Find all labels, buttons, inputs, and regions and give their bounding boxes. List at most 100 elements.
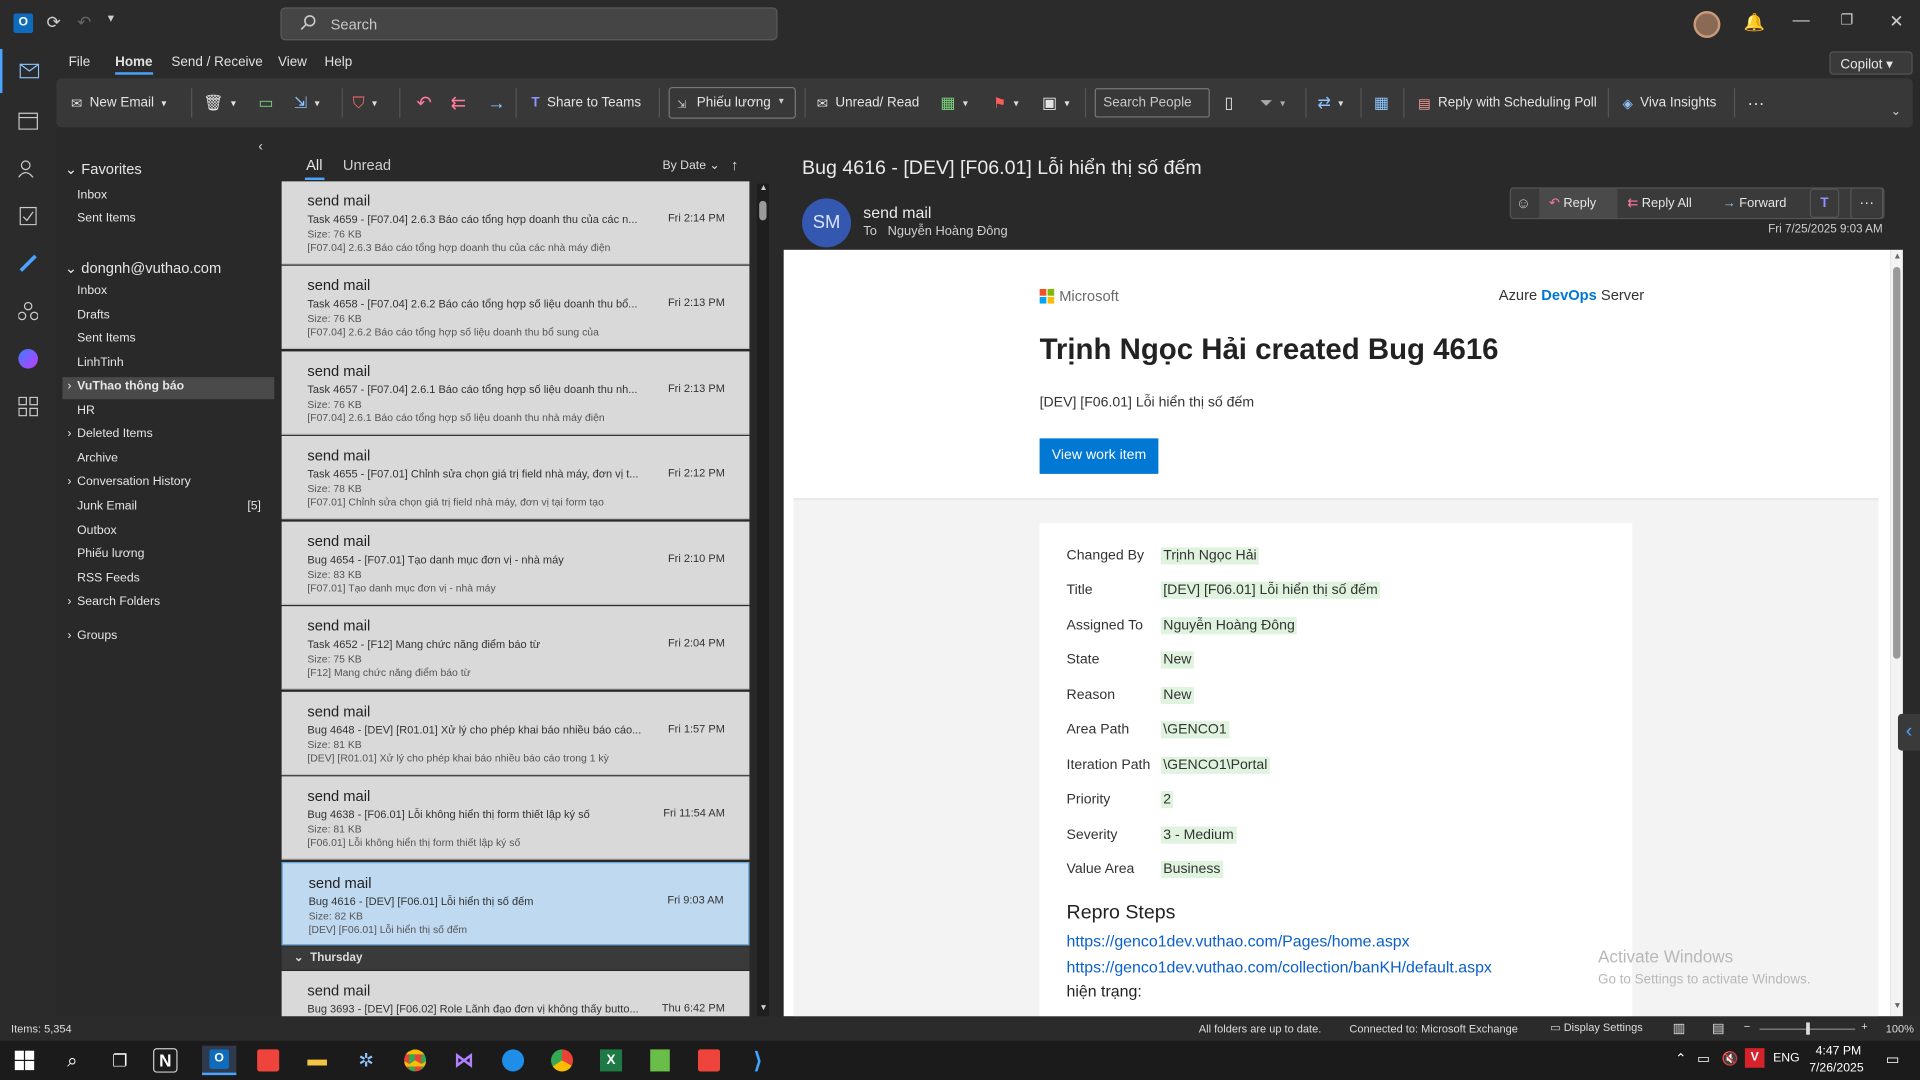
address-book-icon[interactable]: ▯ bbox=[1225, 78, 1234, 127]
menu-file[interactable]: File bbox=[69, 55, 91, 70]
zoom-in-icon[interactable]: + bbox=[1861, 1020, 1867, 1032]
folder-rss-feeds[interactable]: RSS Feeds bbox=[77, 572, 140, 585]
policy-icon[interactable]: ▣ ▾ bbox=[1042, 78, 1069, 127]
reply-scheduling-poll-button[interactable]: ▤ Reply with Scheduling Poll bbox=[1418, 78, 1597, 127]
calendar-icon[interactable] bbox=[0, 98, 56, 142]
reply-icon[interactable]: ↶ bbox=[416, 78, 431, 127]
app-icon[interactable]: ✲ bbox=[349, 1046, 383, 1075]
view-work-item-button[interactable]: View work item bbox=[1039, 438, 1159, 474]
list-item[interactable]: send mail Task 4659 - [F07.04] 2.6.3 Báo … bbox=[281, 181, 750, 265]
folder-archive[interactable]: Archive bbox=[77, 452, 118, 465]
outlook-taskbar-icon[interactable]: O bbox=[202, 1045, 237, 1076]
mail-icon[interactable] bbox=[0, 48, 56, 94]
list-item[interactable]: send mail Bug 4654 - [F07.01] Tạo danh mụ… bbox=[281, 521, 750, 605]
bell-icon[interactable]: 🔔 bbox=[1744, 12, 1765, 33]
clock-time[interactable]: 4:47 PM bbox=[1812, 1044, 1862, 1057]
undo-icon[interactable]: ↶ bbox=[77, 12, 91, 33]
menu-home[interactable]: Home bbox=[115, 55, 152, 70]
expand-icon[interactable]: › bbox=[67, 629, 71, 642]
tab-all[interactable]: All bbox=[306, 157, 322, 174]
reading-view-icon[interactable]: ▤ bbox=[1712, 1020, 1725, 1036]
folder-search-folders[interactable]: Search Folders bbox=[77, 595, 160, 608]
filter-icon[interactable]: ⏷ ▾ bbox=[1260, 78, 1285, 127]
folder-linhtinh[interactable]: LinhTinh bbox=[77, 356, 124, 369]
folder-hr[interactable]: HR bbox=[77, 404, 95, 417]
language-indicator[interactable]: ENG bbox=[1773, 1052, 1800, 1065]
new-email-button[interactable]: ✉ New Email ▾ bbox=[71, 78, 166, 127]
search-icon[interactable]: ⌕ bbox=[55, 1046, 89, 1075]
notepad-icon[interactable] bbox=[643, 1046, 677, 1075]
apps-icon[interactable]: ▦ bbox=[1374, 78, 1389, 127]
repro-link[interactable]: https://genco1dev.vuthao.com/Pages/home.… bbox=[1067, 932, 1410, 950]
scroll-up-icon[interactable]: ▲ bbox=[759, 184, 767, 193]
copilot-button[interactable]: Copilot ▾ bbox=[1829, 51, 1913, 75]
ribbon-expand-icon[interactable]: ⌄ bbox=[1891, 105, 1901, 118]
avatar[interactable] bbox=[1693, 11, 1721, 38]
close-icon[interactable]: ✕ bbox=[1889, 11, 1903, 32]
reply-all-button[interactable]: ⇇ Reply All bbox=[1627, 196, 1691, 211]
sort-dropdown[interactable]: By Date ⌄ bbox=[662, 159, 719, 172]
vscode-icon[interactable]: ⟩ bbox=[741, 1046, 775, 1075]
list-item[interactable]: send mail Task 4658 - [F07.04] 2.6.2 Báo … bbox=[281, 265, 750, 349]
list-item[interactable]: send mail Task 4652 - [F12] Mang chức năn… bbox=[281, 606, 750, 690]
copilot-app-icon[interactable] bbox=[0, 337, 56, 381]
zalo-icon[interactable] bbox=[496, 1046, 530, 1075]
expand-icon[interactable]: › bbox=[67, 427, 71, 440]
display-settings-button[interactable]: ▭ Display Settings bbox=[1550, 1021, 1643, 1034]
move-icon[interactable]: ⇲ ▾ bbox=[294, 78, 320, 127]
menu-help[interactable]: Help bbox=[324, 55, 352, 70]
sender-name[interactable]: send mail bbox=[863, 203, 931, 221]
more-options-icon[interactable]: ··· bbox=[1747, 78, 1764, 127]
folder-inbox[interactable]: Inbox bbox=[77, 284, 107, 297]
list-item[interactable]: send mail Bug 4638 - [F06.01] Lỗi không h… bbox=[281, 776, 750, 860]
scroll-thumb[interactable] bbox=[1893, 266, 1901, 659]
folder-junk-email[interactable]: Junk Email bbox=[77, 500, 137, 513]
folder-sent-items[interactable]: Sent Items bbox=[77, 332, 136, 345]
more-apps-icon[interactable] bbox=[0, 384, 56, 428]
reply-button[interactable]: ↶ Reply bbox=[1539, 188, 1618, 218]
repro-link[interactable]: https://genco1dev.vuthao.com/collection/… bbox=[1067, 958, 1492, 976]
categorize-icon[interactable]: ▦ ▾ bbox=[940, 78, 967, 127]
search-input[interactable]: Search bbox=[280, 7, 778, 41]
tray-chevron-icon[interactable]: ⌃ bbox=[1675, 1051, 1686, 1067]
menu-view[interactable]: View bbox=[278, 55, 307, 70]
tasks-icon[interactable] bbox=[0, 193, 56, 237]
message-list-scrollbar[interactable]: ▲ ▼ bbox=[756, 183, 769, 1017]
normal-view-icon[interactable]: ▥ bbox=[1673, 1020, 1686, 1036]
network-icon[interactable]: ▭ bbox=[1697, 1051, 1710, 1067]
scroll-thumb[interactable] bbox=[759, 200, 767, 221]
menu-send-receive[interactable]: Send / Receive bbox=[171, 55, 262, 70]
notion-icon[interactable]: N bbox=[153, 1048, 178, 1073]
minimize-icon[interactable]: — bbox=[1793, 10, 1810, 30]
folder-groups[interactable]: Groups bbox=[77, 629, 117, 642]
anydesk-icon[interactable] bbox=[692, 1046, 726, 1075]
expand-icon[interactable]: › bbox=[67, 475, 71, 488]
scroll-up-icon[interactable]: ▲ bbox=[1893, 252, 1901, 261]
emoji-icon[interactable]: ☺ bbox=[1516, 195, 1531, 212]
zoom-out-icon[interactable]: − bbox=[1744, 1020, 1750, 1032]
recipient-name[interactable]: Nguyễn Hoàng Đông bbox=[888, 224, 1008, 239]
people-icon[interactable] bbox=[0, 146, 56, 190]
folder-conversation-history[interactable]: Conversation History bbox=[77, 475, 191, 488]
archive-icon[interactable]: ▭ bbox=[258, 78, 273, 127]
expand-icon[interactable]: › bbox=[67, 380, 71, 393]
todo-icon[interactable] bbox=[0, 241, 56, 285]
folder-deleted-items[interactable]: Deleted Items bbox=[77, 427, 153, 440]
quick-steps-dropdown[interactable]: Phiếu lương bbox=[668, 86, 796, 119]
list-item[interactable]: send mail Bug 4648 - [DEV] [R01.01] Xử lý… bbox=[281, 691, 750, 776]
chrome-icon[interactable] bbox=[398, 1046, 432, 1075]
account-header[interactable]: ⌄ dongnh@vuthao.com bbox=[65, 260, 221, 277]
flag-icon[interactable]: ⚑ ▾ bbox=[993, 78, 1018, 127]
anydesk-icon[interactable] bbox=[251, 1046, 285, 1075]
scroll-down-icon[interactable]: ▼ bbox=[759, 1004, 767, 1013]
search-people-input[interactable]: Search People bbox=[1094, 88, 1210, 118]
folder-outbox[interactable]: Outbox bbox=[77, 524, 116, 537]
group-header-thursday[interactable]: ⌄ Thursday bbox=[281, 946, 750, 970]
chevron-down-icon[interactable]: ▾ bbox=[779, 96, 784, 107]
delete-icon[interactable]: 🗑 ▾ bbox=[203, 78, 235, 127]
restore-icon[interactable]: ❐ bbox=[1840, 11, 1853, 28]
favorite-sent-items[interactable]: Sent Items bbox=[77, 212, 136, 225]
translate-icon[interactable]: ⇄ ▾ bbox=[1318, 78, 1344, 127]
favorite-inbox[interactable]: Inbox bbox=[77, 189, 107, 202]
list-item[interactable]: send mail Task 4655 - [F07.01] Chỉnh sửa … bbox=[281, 435, 750, 520]
